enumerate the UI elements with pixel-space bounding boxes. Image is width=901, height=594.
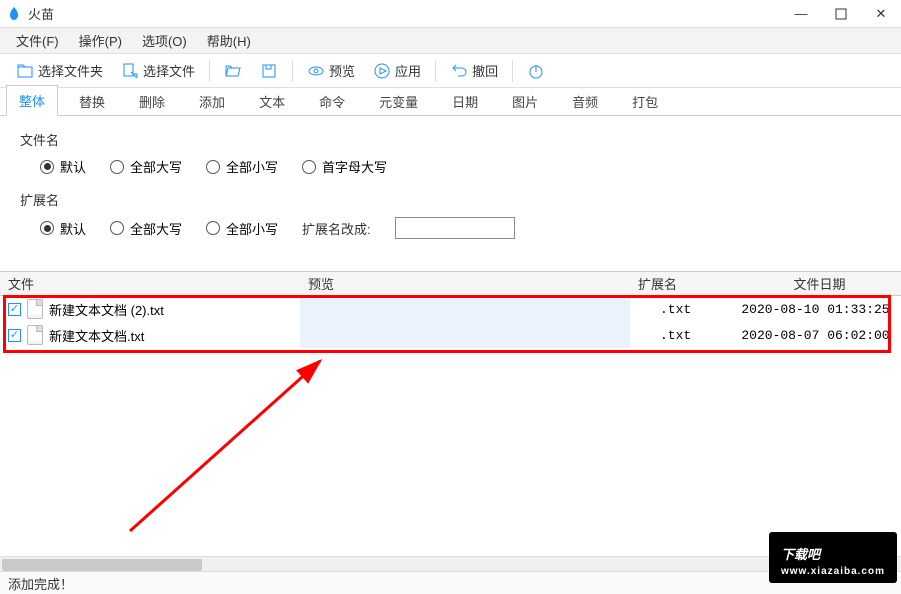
tab-0[interactable]: 整体 bbox=[6, 85, 58, 116]
filename-radios: 默认 全部大写 全部小写 首字母大写 bbox=[20, 157, 881, 176]
radio-ext-lower[interactable]: 全部小写 bbox=[206, 219, 278, 238]
cell-ext: .txt bbox=[630, 328, 730, 343]
radio-label: 全部小写 bbox=[226, 219, 278, 238]
file-cursor-icon bbox=[121, 62, 139, 80]
cell-preview bbox=[300, 322, 630, 348]
status-text: 添加完成！ bbox=[8, 574, 73, 593]
apply-label: 应用 bbox=[395, 61, 421, 80]
radio-label: 默认 bbox=[60, 219, 86, 238]
radio-filename-upper[interactable]: 全部大写 bbox=[110, 157, 182, 176]
scrollbar-thumb[interactable] bbox=[2, 559, 202, 571]
menu-file[interactable]: 文件(F) bbox=[6, 28, 69, 53]
file-name: 新建文本文档 (2).txt bbox=[49, 300, 164, 319]
radio-label: 全部大写 bbox=[130, 219, 182, 238]
undo-icon bbox=[450, 62, 468, 80]
toolbar: 选择文件夹 选择文件 预览 应用 撤回 bbox=[0, 54, 901, 88]
undo-button[interactable]: 撤回 bbox=[442, 57, 506, 85]
tab-9[interactable]: 音频 bbox=[559, 86, 611, 116]
file-name: 新建文本文档.txt bbox=[49, 326, 144, 345]
maximize-button[interactable] bbox=[821, 0, 861, 28]
tabbar: 整体替换删除添加文本命令元变量日期图片音频打包 bbox=[0, 88, 901, 116]
window-title: 火苗 bbox=[28, 4, 54, 23]
radio-label: 首字母大写 bbox=[322, 157, 387, 176]
tab-10[interactable]: 打包 bbox=[619, 86, 671, 116]
file-icon bbox=[27, 325, 43, 345]
toolbar-separator bbox=[292, 60, 293, 82]
select-file-label: 选择文件 bbox=[143, 61, 195, 80]
save-icon bbox=[260, 62, 278, 80]
menu-operate[interactable]: 操作(P) bbox=[69, 28, 132, 53]
select-folder-label: 选择文件夹 bbox=[38, 61, 103, 80]
cell-date: 2020-08-07 06:02:00 bbox=[730, 328, 901, 343]
select-folder-button[interactable]: 选择文件夹 bbox=[8, 57, 111, 85]
preview-button[interactable]: 预览 bbox=[299, 57, 363, 85]
th-ext[interactable]: 扩展名 bbox=[630, 274, 730, 293]
flame-icon bbox=[6, 6, 22, 22]
radio-ext-default[interactable]: 默认 bbox=[40, 219, 86, 238]
filename-group-label: 文件名 bbox=[20, 130, 881, 149]
row-checkbox[interactable] bbox=[8, 329, 21, 342]
options-panel: 文件名 默认 全部大写 全部小写 首字母大写 扩展名 默认 全部大写 全部小写 … bbox=[0, 116, 901, 272]
table-row[interactable]: 新建文本文档 (2).txt .txt2020-08-10 01:33:25 bbox=[0, 296, 901, 322]
watermark-logo: 下载吧 www.xiazaiba.com bbox=[769, 532, 897, 583]
statusbar: 添加完成！ bbox=[0, 572, 901, 594]
annotation-arrow bbox=[120, 351, 340, 541]
table-header: 文件 预览 扩展名 文件日期 bbox=[0, 272, 901, 296]
horizontal-scrollbar[interactable]: ▸ bbox=[0, 556, 901, 572]
radio-label: 全部大写 bbox=[130, 157, 182, 176]
folder-icon bbox=[16, 62, 34, 80]
toolbar-separator bbox=[209, 60, 210, 82]
ext-group-label: 扩展名 bbox=[20, 190, 881, 209]
tab-2[interactable]: 删除 bbox=[126, 86, 178, 116]
ext-change-input[interactable] bbox=[395, 217, 515, 239]
table-row[interactable]: 新建文本文档.txt .txt2020-08-07 06:02:00 bbox=[0, 322, 901, 348]
file-icon bbox=[27, 299, 43, 319]
apply-button[interactable]: 应用 bbox=[365, 57, 429, 85]
ext-change-label: 扩展名改成: bbox=[302, 219, 371, 238]
play-icon bbox=[373, 62, 391, 80]
save-button[interactable] bbox=[252, 57, 286, 85]
tab-6[interactable]: 元变量 bbox=[366, 86, 431, 116]
menubar: 文件(F) 操作(P) 选项(O) 帮助(H) bbox=[0, 28, 901, 54]
menu-option[interactable]: 选项(O) bbox=[132, 28, 197, 53]
titlebar: 火苗 — ✕ bbox=[0, 0, 901, 28]
radio-ext-upper[interactable]: 全部大写 bbox=[110, 219, 182, 238]
power-button[interactable] bbox=[519, 57, 553, 85]
cell-preview bbox=[300, 296, 630, 322]
table-body: 新建文本文档 (2).txt.txt2020-08-10 01:33:25新建文… bbox=[0, 296, 901, 556]
preview-label: 预览 bbox=[329, 61, 355, 80]
tab-3[interactable]: 添加 bbox=[186, 86, 238, 116]
cell-ext: .txt bbox=[630, 302, 730, 317]
tab-4[interactable]: 文本 bbox=[246, 86, 298, 116]
tab-7[interactable]: 日期 bbox=[439, 86, 491, 116]
undo-label: 撤回 bbox=[472, 61, 498, 80]
tab-8[interactable]: 图片 bbox=[499, 86, 551, 116]
th-date[interactable]: 文件日期 bbox=[730, 274, 901, 293]
folder-open-icon bbox=[224, 62, 242, 80]
tab-1[interactable]: 替换 bbox=[66, 86, 118, 116]
select-file-button[interactable]: 选择文件 bbox=[113, 57, 203, 85]
radio-filename-default[interactable]: 默认 bbox=[40, 157, 86, 176]
eye-icon bbox=[307, 62, 325, 80]
cell-date: 2020-08-10 01:33:25 bbox=[730, 302, 901, 317]
ext-radios: 默认 全部大写 全部小写 扩展名改成: bbox=[20, 217, 881, 239]
row-checkbox[interactable] bbox=[8, 303, 21, 316]
radio-label: 全部小写 bbox=[226, 157, 278, 176]
toolbar-separator bbox=[512, 60, 513, 82]
menu-help[interactable]: 帮助(H) bbox=[197, 28, 261, 53]
radio-filename-camel[interactable]: 首字母大写 bbox=[302, 157, 387, 176]
toolbar-separator bbox=[435, 60, 436, 82]
power-icon bbox=[527, 62, 545, 80]
radio-label: 默认 bbox=[60, 157, 86, 176]
watermark-url: www.xiazaiba.com bbox=[781, 566, 885, 577]
minimize-button[interactable]: — bbox=[781, 0, 821, 28]
th-file[interactable]: 文件 bbox=[0, 274, 300, 293]
open-button[interactable] bbox=[216, 57, 250, 85]
radio-filename-lower[interactable]: 全部小写 bbox=[206, 157, 278, 176]
close-button[interactable]: ✕ bbox=[861, 0, 901, 28]
th-preview[interactable]: 预览 bbox=[300, 274, 630, 293]
tab-5[interactable]: 命令 bbox=[306, 86, 358, 116]
watermark-text: 下载吧 bbox=[781, 547, 820, 562]
